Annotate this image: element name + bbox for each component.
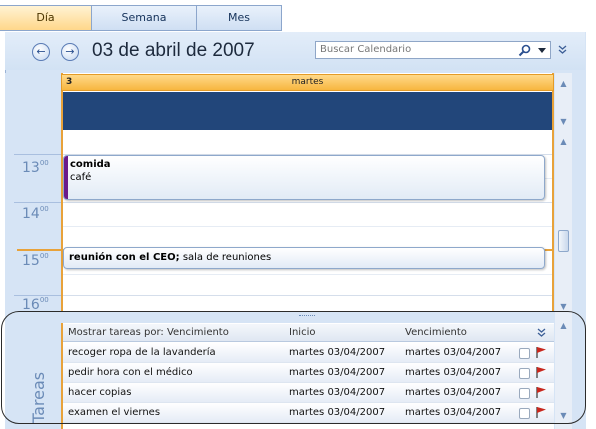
slot-line: [63, 226, 552, 227]
hour-divider: [14, 202, 62, 203]
scroll-up-icon[interactable]: ▲: [555, 79, 572, 88]
scroll-down-icon[interactable]: ▼: [555, 302, 572, 311]
search-placeholder: Buscar Calendario: [320, 44, 412, 55]
event-ceo-meeting[interactable]: reunión con el CEO; sala de reuniones: [63, 247, 545, 269]
slot-line: [63, 295, 552, 296]
forward-arrow-icon[interactable]: →: [61, 43, 79, 61]
scroll-up-icon[interactable]: ▲: [555, 137, 572, 146]
hour-label-13: 1300: [22, 159, 49, 176]
slot-line: [63, 202, 552, 203]
expand-chevron-icon[interactable]: [558, 45, 567, 55]
event-location: café: [70, 172, 92, 183]
day-header: 3 martes: [61, 74, 554, 91]
back-arrow-icon[interactable]: ←: [32, 43, 50, 61]
tab-month[interactable]: Mes: [197, 6, 282, 30]
event-category-bar: [64, 156, 68, 199]
hour-divider: [14, 154, 62, 155]
view-tabs: Día Semana Mes: [0, 5, 282, 31]
event-lunch[interactable]: comida café: [63, 155, 545, 200]
search-icon[interactable]: [518, 44, 532, 57]
event-title: reunión con el CEO;: [69, 252, 180, 263]
all-day-area[interactable]: [63, 92, 552, 130]
event-location: sala de reuniones: [182, 252, 272, 263]
slot-line: [63, 274, 552, 275]
search-input[interactable]: Buscar Calendario: [315, 41, 551, 59]
tab-day[interactable]: Día: [0, 6, 92, 30]
hour-label-15: 1500: [22, 252, 49, 269]
event-text: reunión con el CEO; sala de reuniones: [69, 252, 271, 263]
view-tab-bar: Día Semana Mes: [0, 0, 596, 32]
scroll-down-icon[interactable]: ▼: [555, 117, 572, 126]
scroll-thumb[interactable]: [558, 230, 569, 252]
search-dropdown-icon[interactable]: [538, 48, 546, 53]
tab-week[interactable]: Semana: [92, 6, 197, 30]
tasks-highlight-outline: [1, 311, 586, 424]
date-title: 03 de abril de 2007: [92, 40, 255, 61]
all-day-separator: [63, 130, 552, 133]
day-weekday: martes: [291, 77, 324, 87]
hour-label-14: 1400: [22, 205, 49, 222]
event-title: comida: [70, 159, 111, 170]
hour-divider: [14, 295, 62, 296]
